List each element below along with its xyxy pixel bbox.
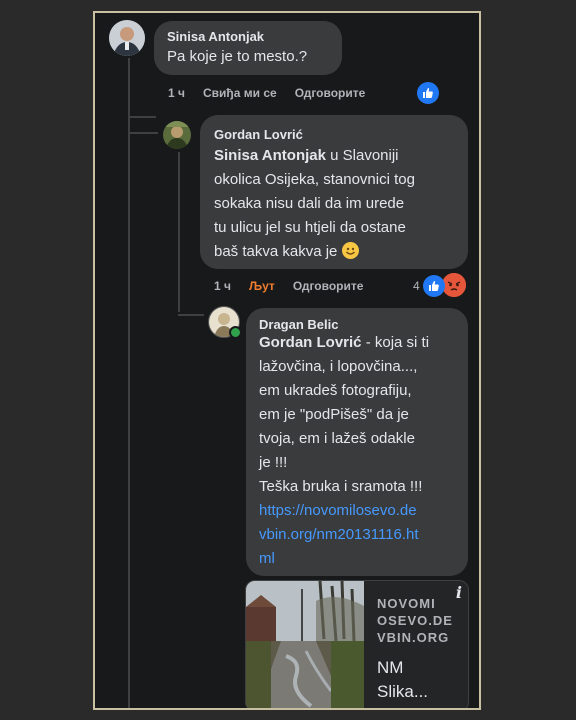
smile-emoji-icon	[341, 242, 359, 259]
avatar-sinisa[interactable]	[109, 20, 145, 56]
url-line[interactable]: https://novomilosevo.de	[259, 499, 467, 523]
url-line[interactable]: vbin.org/nm20131116.ht	[259, 523, 467, 547]
preview-title[interactable]: NM Slika...	[377, 656, 428, 704]
info-icon[interactable]: i	[456, 583, 462, 602]
title-line: NM	[377, 658, 404, 677]
mention-link[interactable]: Sinisa Antonjak	[214, 147, 326, 164]
comment-actions-1: 1 ч Свиђа ми се Одговорите	[168, 86, 383, 100]
comment-bubble-2: Gordan Lovrić Sinisa Antonjak u Slavonij…	[200, 115, 468, 269]
text-line: em ukradeš fotografiju,	[259, 382, 412, 399]
thread-connector-2	[128, 132, 158, 134]
preview-image[interactable]	[246, 581, 364, 708]
thread-connector	[128, 116, 156, 118]
thread-line-main	[128, 116, 130, 708]
thread-line	[128, 58, 130, 118]
text-line: je !!!	[259, 454, 288, 471]
reaction-count[interactable]: 4	[413, 279, 420, 293]
reply-button[interactable]: Одговорите	[295, 86, 366, 100]
comment-bubble-3: Dragan Belic Gordan Lovrić - koja si ti …	[246, 308, 468, 576]
url-link[interactable]: https://novomilosevo.de vbin.org/nm20131…	[259, 499, 467, 571]
comment-author[interactable]: Gordan Lovrić	[214, 127, 303, 142]
text-line: Teška bruka i sramota !!!	[259, 478, 423, 495]
url-line[interactable]: ml	[259, 547, 467, 571]
comment-text: Gordan Lovrić - koja si ti lažovčina, i …	[259, 331, 467, 571]
text-line: lažovčina, i lopovčina...,	[259, 358, 418, 375]
avatar-gordan[interactable]	[163, 121, 191, 149]
site-line: OSEVO.DE	[377, 613, 453, 628]
thread-connector-3	[178, 314, 204, 316]
angry-reaction-icon[interactable]	[442, 273, 466, 297]
like-reaction-icon[interactable]	[423, 275, 445, 297]
like-reaction-icon[interactable]	[417, 82, 439, 104]
text-line: tu ulicu jel su htjeli da ostane	[214, 219, 406, 236]
comment-bubble-1: Sinisa Antonjak Pa koje je to mesto.?	[154, 21, 342, 75]
online-status-indicator	[229, 326, 242, 339]
text-line: em je "podPišeš" da je	[259, 406, 409, 423]
screenshot-frame: Sinisa Antonjak Pa koje je to mesto.? 1 …	[93, 11, 481, 710]
like-button[interactable]: Свиђа ми се	[203, 86, 277, 100]
text-line: u Slavoniji	[325, 147, 399, 164]
comment-text: Sinisa Antonjak u Slavoniji okolica Osij…	[214, 144, 464, 264]
reply-button[interactable]: Одговорите	[293, 279, 364, 293]
site-line: NOVOMI	[377, 596, 436, 611]
comment-actions-2: 1 ч Љут Одговорите	[214, 279, 381, 293]
comment-author[interactable]: Sinisa Antonjak	[167, 29, 264, 44]
preview-site[interactable]: NOVOMI OSEVO.DE VBIN.ORG	[377, 595, 453, 646]
comment-text: Pa koje je to mesto.?	[167, 48, 308, 65]
comment-time[interactable]: 1 ч	[168, 86, 185, 100]
angry-reaction-label[interactable]: Љут	[249, 279, 275, 293]
comment-author[interactable]: Dragan Belic	[259, 317, 338, 332]
text-line: okolica Osijeka, stanovnici tog	[214, 171, 415, 188]
thread-line-2	[178, 152, 180, 312]
text-line: baš takva kakva je	[214, 243, 342, 260]
title-line: Slika...	[377, 682, 429, 701]
comment-time[interactable]: 1 ч	[214, 279, 231, 293]
text-line: tvoja, em i lažeš odakle	[259, 430, 415, 447]
link-preview-card[interactable]: NOVOMI OSEVO.DE VBIN.ORG NM Slika... i	[245, 580, 469, 708]
text-line: sokaka nisu dali da im urede	[214, 195, 405, 212]
mention-link[interactable]: Gordan Lovrić	[259, 334, 362, 351]
text-line: - koja si ti	[361, 334, 430, 351]
site-line: VBIN.ORG	[377, 630, 450, 645]
